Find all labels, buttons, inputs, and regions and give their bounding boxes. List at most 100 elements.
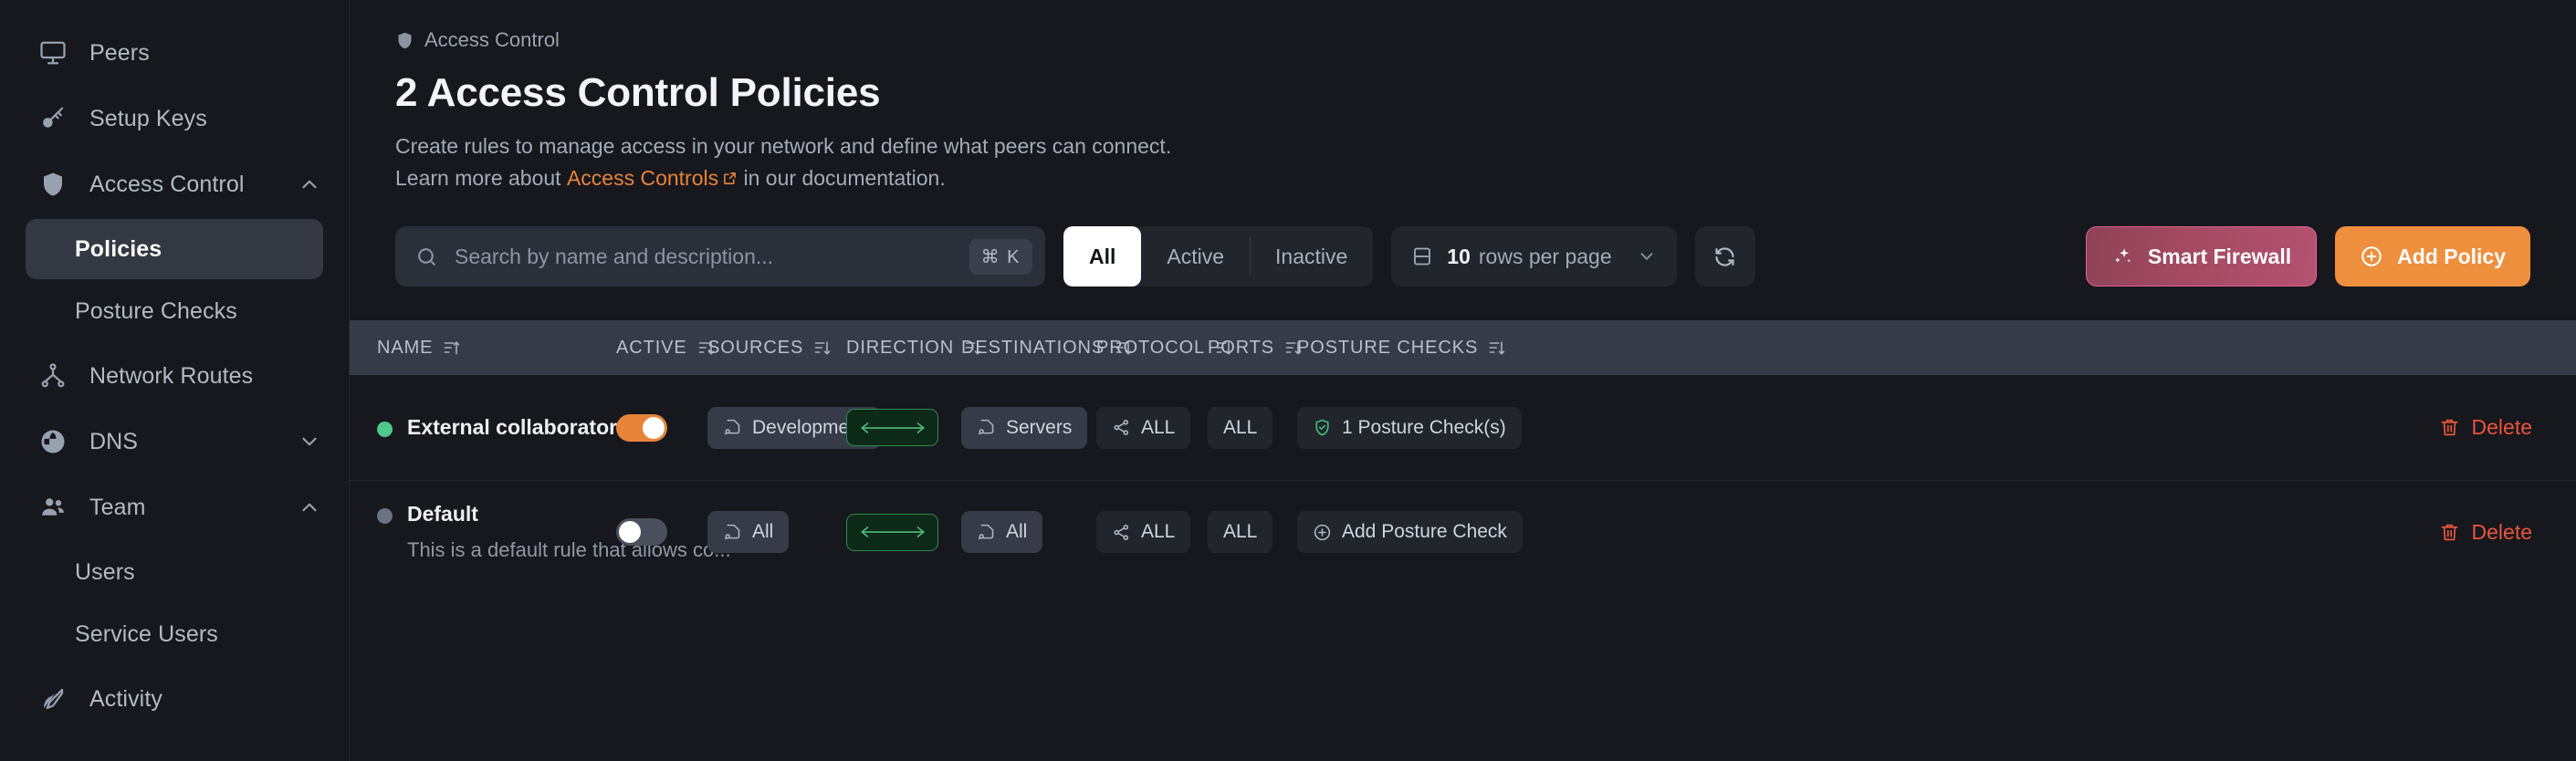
sort-desc-icon: [1488, 339, 1506, 357]
destination-tag[interactable]: Servers: [961, 407, 1087, 449]
column-header-protocol[interactable]: PROTOCOL: [1096, 338, 1208, 359]
refresh-icon: [1712, 245, 1737, 269]
cell-destinations: All: [961, 511, 1096, 553]
column-header-sources[interactable]: SOURCES: [707, 338, 846, 359]
delete-label: Delete: [2472, 520, 2532, 545]
globe-icon: [37, 425, 69, 458]
active-toggle[interactable]: [616, 518, 667, 546]
sidebar-item-team[interactable]: Team: [0, 474, 349, 540]
sidebar: Peers Setup Keys Access Control Policies…: [0, 0, 350, 761]
sidebar-item-dns[interactable]: DNS: [0, 409, 349, 474]
sparkles-icon: [2111, 245, 2134, 268]
refresh-button[interactable]: [1695, 226, 1755, 287]
desc-prefix: Learn more about: [395, 166, 567, 190]
sidebar-item-label: Team: [89, 495, 146, 521]
search-input[interactable]: [455, 245, 953, 269]
delete-button[interactable]: Delete: [2439, 520, 2532, 545]
table-row[interactable]: Default This is a default rule that allo…: [350, 480, 2576, 583]
ports-label: ALL: [1223, 521, 1257, 543]
destination-tag[interactable]: All: [961, 511, 1042, 553]
page-title: 2 Access Control Policies: [350, 40, 2576, 116]
cell-ports: ALL: [1208, 511, 1297, 553]
sidebar-item-label: Service Users: [75, 621, 218, 648]
status-filter-group: All Active Inactive: [1063, 226, 1373, 287]
cell-actions: Delete: [1525, 520, 2576, 545]
sidebar-item-activity[interactable]: Activity: [0, 666, 349, 732]
sidebar-item-posture-checks[interactable]: Posture Checks: [26, 281, 323, 341]
search-icon: [415, 245, 438, 268]
chevron-up-icon[interactable]: [298, 495, 321, 519]
column-header-active[interactable]: ACTIVE: [616, 338, 707, 359]
trash-icon: [2439, 417, 2460, 438]
column-label: ACTIVE: [616, 338, 687, 359]
external-link-icon: [722, 171, 738, 186]
sidebar-item-label: Access Control: [89, 172, 245, 198]
add-policy-button[interactable]: Add Policy: [2335, 226, 2530, 287]
cell-protocol: ALL: [1096, 407, 1208, 449]
rows-per-page-select[interactable]: 10 rows per page: [1391, 226, 1676, 287]
chevron-up-icon[interactable]: [298, 172, 321, 196]
status-dot: [377, 422, 393, 437]
app-root: Peers Setup Keys Access Control Policies…: [0, 0, 2576, 761]
share-icon: [1112, 523, 1131, 542]
group-tag-icon: [723, 418, 742, 437]
posture-check-badge[interactable]: 1 Posture Check(s): [1297, 407, 1522, 449]
sidebar-item-users[interactable]: Users: [26, 542, 323, 602]
direction-bidirectional-icon[interactable]: [846, 514, 938, 551]
trash-icon: [2439, 522, 2460, 543]
ports-badge[interactable]: ALL: [1208, 407, 1272, 449]
page-description-line1: Create rules to manage access in your ne…: [395, 130, 2576, 162]
filter-tab-inactive[interactable]: Inactive: [1250, 226, 1373, 287]
cell-destinations: Servers: [961, 407, 1096, 449]
cell-active: [616, 414, 707, 442]
ports-label: ALL: [1223, 417, 1257, 439]
search-shortcut-badge: ⌘ K: [969, 239, 1032, 275]
column-header-posture-checks[interactable]: POSTURE CHECKS: [1297, 338, 1525, 359]
sidebar-item-access-control[interactable]: Access Control: [0, 151, 349, 217]
active-toggle[interactable]: [616, 414, 667, 442]
table-row[interactable]: External collaborators Development: [350, 375, 2576, 480]
sidebar-item-setup-keys[interactable]: Setup Keys: [0, 86, 349, 151]
cell-direction: [846, 409, 961, 446]
sidebar-item-label: Activity: [89, 686, 162, 713]
cell-sources: All: [707, 511, 846, 553]
column-label: PROTOCOL: [1096, 338, 1205, 359]
sort-desc-icon: [813, 339, 832, 357]
status-dot: [377, 508, 393, 524]
protocol-badge[interactable]: ALL: [1096, 407, 1190, 449]
cell-direction: [846, 514, 961, 551]
monitor-icon: [37, 36, 69, 69]
sidebar-item-peers[interactable]: Peers: [0, 20, 349, 86]
sidebar-item-network-routes[interactable]: Network Routes: [0, 343, 349, 409]
column-header-ports[interactable]: PORTS: [1208, 338, 1297, 359]
source-tag[interactable]: All: [707, 511, 789, 553]
filter-tab-active[interactable]: Active: [1141, 226, 1250, 287]
page-description: Create rules to manage access in your ne…: [350, 116, 2576, 193]
cell-sources: Development: [707, 407, 846, 449]
access-controls-link-label: Access Controls: [567, 166, 718, 190]
column-header-destinations[interactable]: DESTINATIONS: [961, 338, 1096, 359]
group-tag-icon: [977, 523, 996, 542]
search-box[interactable]: ⌘ K: [395, 226, 1045, 287]
smart-firewall-button[interactable]: Smart Firewall: [2086, 226, 2317, 287]
column-label: NAME: [377, 338, 433, 359]
sidebar-item-policies[interactable]: Policies: [26, 219, 323, 279]
sidebar-item-service-users[interactable]: Service Users: [26, 604, 323, 664]
column-header-direction[interactable]: DIRECTION: [846, 338, 961, 359]
policy-name: External collaborators: [407, 415, 629, 440]
key-icon: [37, 102, 69, 135]
access-controls-link[interactable]: Access Controls: [567, 166, 738, 190]
delete-button[interactable]: Delete: [2439, 415, 2532, 440]
breadcrumb-label: Access Control: [424, 28, 560, 52]
activity-icon: [37, 683, 69, 715]
column-header-name[interactable]: NAME: [350, 338, 616, 359]
add-posture-check-button[interactable]: Add Posture Check: [1297, 511, 1523, 553]
destination-label: Servers: [1006, 417, 1072, 439]
filter-tab-all[interactable]: All: [1063, 226, 1141, 287]
direction-bidirectional-icon[interactable]: [846, 409, 938, 446]
column-label: POSTURE CHECKS: [1297, 338, 1478, 359]
ports-badge[interactable]: ALL: [1208, 511, 1272, 553]
protocol-badge[interactable]: ALL: [1096, 511, 1190, 553]
chevron-down-icon[interactable]: [298, 430, 321, 453]
column-label: PORTS: [1208, 338, 1274, 359]
